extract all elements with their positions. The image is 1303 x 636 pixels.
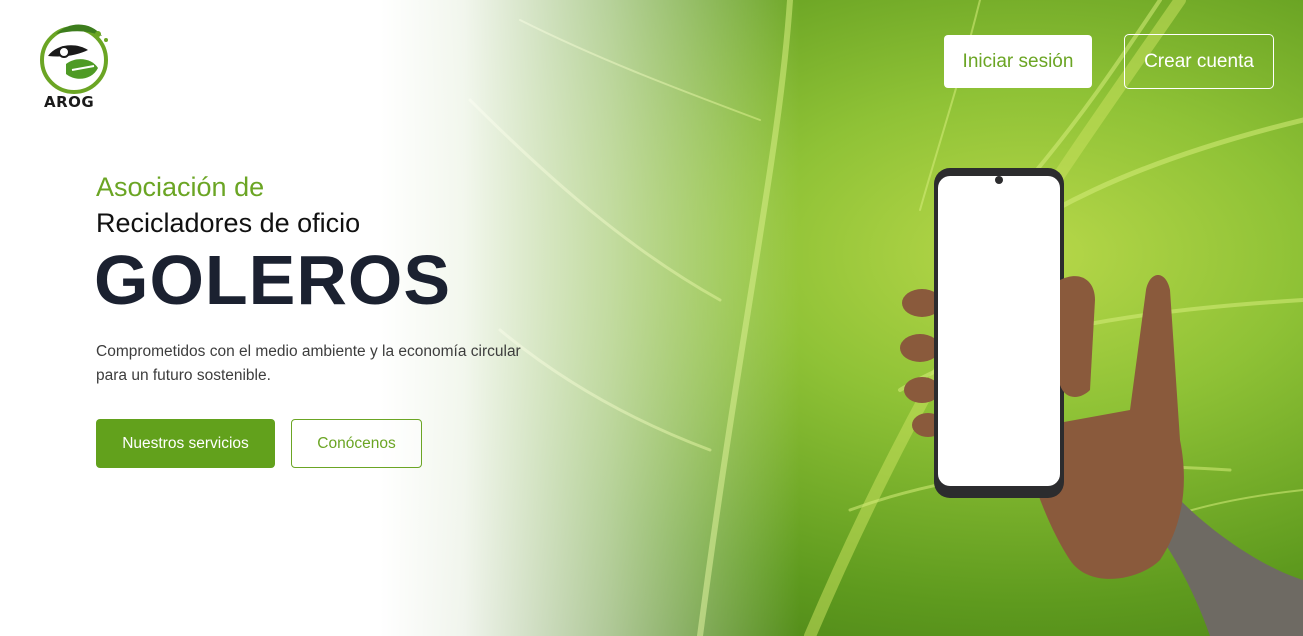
hero-description-line: para un futuro sostenible. xyxy=(96,367,271,384)
login-button[interactable]: Iniciar sesión xyxy=(944,35,1092,88)
hero-sub-title: Recicladores de oficio xyxy=(96,208,361,238)
about-us-button[interactable]: Conócenos xyxy=(291,419,422,468)
hand-holding-phone-icon xyxy=(900,168,1303,636)
services-button[interactable]: Nuestros servicios xyxy=(96,419,275,468)
hero-pre-title: Asociación de xyxy=(96,172,265,202)
logo-text: AROG xyxy=(44,93,95,111)
signup-button[interactable]: Crear cuenta xyxy=(1124,34,1274,89)
hero-title: GOLEROS xyxy=(94,241,452,319)
hero-description-line: Comprometidos con el medio ambiente y la… xyxy=(96,343,521,360)
hero-description: Comprometidos con el medio ambiente y la… xyxy=(96,340,556,388)
hero-section: AROG Iniciar sesión Crear cuenta Asociac… xyxy=(0,0,1303,636)
